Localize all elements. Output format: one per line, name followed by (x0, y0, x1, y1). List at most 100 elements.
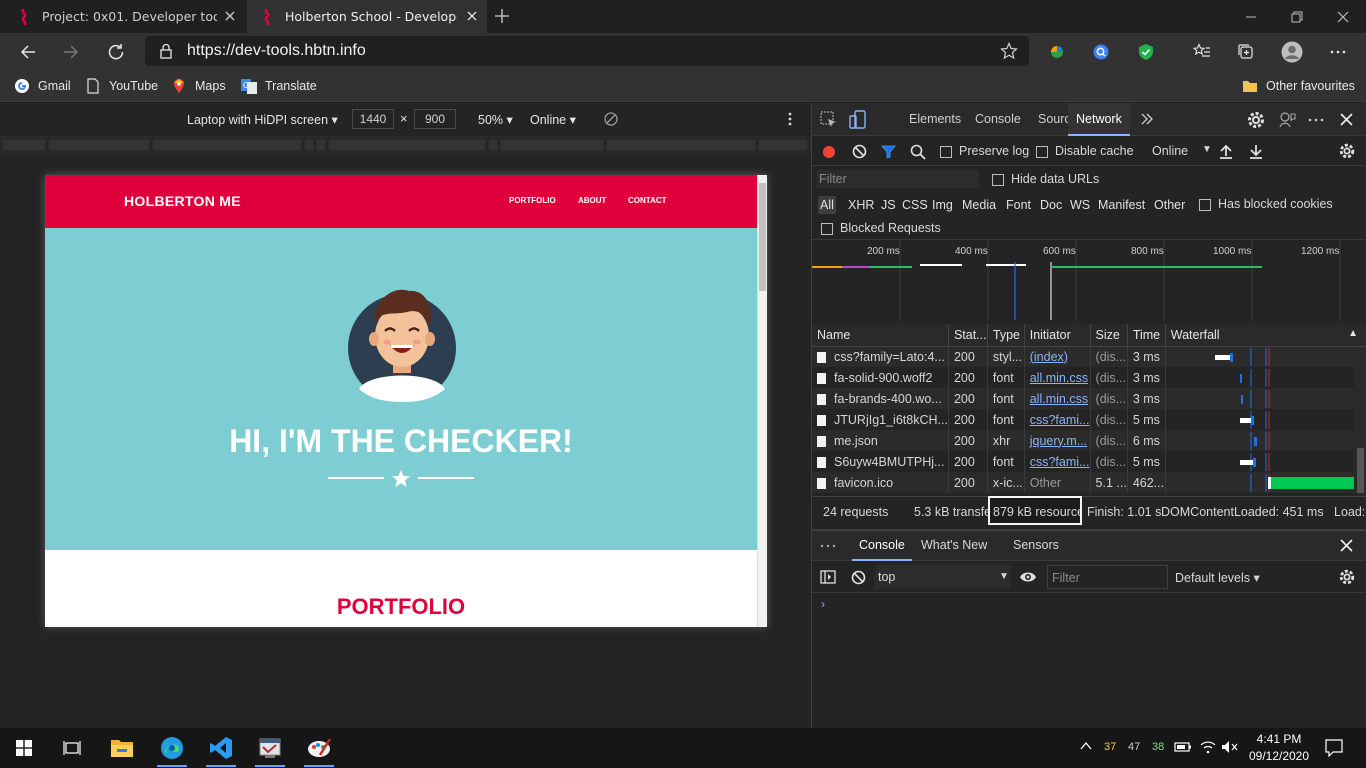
task-view-icon[interactable] (57, 733, 87, 763)
tray-expand-icon[interactable] (1080, 741, 1092, 751)
table-row[interactable]: S6uyw4BMUTPHj... 200 font css?fami... (d… (812, 451, 1366, 472)
bookmark-maps[interactable]: Maps (171, 76, 226, 96)
drawer-tab-sensors[interactable]: Sensors (1013, 538, 1059, 552)
export-har-icon[interactable] (1249, 143, 1263, 159)
scrollbar-thumb[interactable] (759, 183, 766, 291)
feedback-icon[interactable] (1278, 111, 1296, 129)
console-settings-icon[interactable] (1339, 569, 1355, 585)
zoom-select[interactable]: 50% ▾ (478, 112, 513, 127)
initiator-link[interactable]: all.min.css (1030, 392, 1088, 406)
filter-other[interactable]: Other (1152, 196, 1187, 214)
other-favourites[interactable]: Other favourites (1242, 76, 1355, 96)
viewport-width-input[interactable]: 1440 (352, 109, 394, 129)
filter-font[interactable]: Font (1004, 196, 1033, 214)
close-tab-icon[interactable] (465, 9, 479, 23)
filter-all[interactable]: All (818, 196, 836, 214)
bookmark-youtube[interactable]: YouTube (85, 76, 158, 96)
new-tab-icon[interactable] (493, 7, 511, 25)
close-window-icon[interactable] (1320, 0, 1366, 33)
filter-xhr[interactable]: XHR (846, 196, 876, 214)
filter-funnel-icon[interactable] (881, 144, 896, 159)
volume-muted-icon[interactable] (1221, 740, 1239, 754)
col-status[interactable]: Stat... (948, 324, 988, 347)
device-toggle-icon[interactable] (849, 110, 867, 130)
minimize-icon[interactable] (1228, 0, 1274, 33)
initiator-link[interactable]: all.min.css (1030, 371, 1088, 385)
network-settings-icon[interactable] (1339, 143, 1355, 159)
throttle-select[interactable]: Online ▾ (530, 112, 576, 127)
collections-icon[interactable] (1234, 40, 1258, 64)
log-levels-select[interactable]: Default levels ▾ (1175, 570, 1260, 585)
bookmark-gmail[interactable]: Gmail (14, 76, 71, 96)
table-scrollbar[interactable] (1354, 348, 1366, 498)
filter-js[interactable]: JS (879, 196, 898, 214)
network-throttle-select[interactable]: Online ▼ (1152, 144, 1212, 158)
record-icon[interactable] (822, 145, 836, 159)
col-time[interactable]: Time (1127, 324, 1166, 347)
close-devtools-icon[interactable] (1340, 113, 1353, 126)
inspect-element-icon[interactable] (820, 111, 838, 129)
shield-icon[interactable] (1134, 40, 1158, 64)
initiator-link[interactable]: jquery.m... (1030, 434, 1087, 448)
site-brand[interactable]: HOLBERTON ME (124, 193, 241, 209)
bookmark-translate[interactable]: G Translate (241, 76, 317, 96)
table-row[interactable]: css?family=Lato:4... 200 styl... (index)… (812, 346, 1366, 367)
live-expression-eye-icon[interactable] (1019, 570, 1037, 584)
table-row[interactable]: fa-solid-900.woff2 200 font all.min.css … (812, 367, 1366, 388)
windows-start-icon[interactable] (9, 733, 39, 763)
col-waterfall[interactable]: Waterfall ▲ (1165, 324, 1366, 347)
page-scrollbar[interactable] (757, 175, 767, 627)
device-more-icon[interactable] (788, 112, 792, 126)
col-initiator[interactable]: Initiator (1024, 324, 1091, 347)
filter-css[interactable]: CSS (900, 196, 930, 214)
filter-doc[interactable]: Doc (1038, 196, 1064, 214)
scrollbar-thumb[interactable] (1357, 448, 1364, 493)
device-select[interactable]: Laptop with HiDPI screen ▾ (187, 112, 338, 127)
browser-tab-2[interactable]: Holberton School - Developer to (247, 0, 487, 33)
nav-contact[interactable]: CONTACT (628, 196, 667, 205)
filter-img[interactable]: Img (930, 196, 955, 214)
back-icon[interactable] (16, 40, 40, 64)
tray-counter-1[interactable]: 37 (1104, 741, 1116, 753)
col-name[interactable]: Name (812, 324, 949, 347)
nav-portfolio[interactable]: PORTFOLIO (509, 196, 556, 205)
more-tabs-icon[interactable] (1140, 112, 1154, 126)
file-explorer-icon[interactable] (107, 733, 137, 763)
initiator-link[interactable]: css?fami... (1030, 455, 1089, 469)
paint-app-icon[interactable] (304, 733, 334, 763)
forward-icon[interactable] (59, 40, 83, 64)
taskbar-clock[interactable]: 4:41 PM 09/12/2020 (1244, 732, 1314, 763)
table-row[interactable]: me.json 200 xhr jquery.m... (dis... 6 ms (812, 430, 1366, 451)
disable-cache-checkbox[interactable]: Disable cache (1036, 144, 1134, 158)
close-drawer-icon[interactable] (1340, 539, 1353, 552)
hide-data-urls-checkbox[interactable]: Hide data URLs (992, 172, 1099, 186)
col-type[interactable]: Type (987, 324, 1025, 347)
preserve-log-checkbox[interactable]: Preserve log (940, 144, 1029, 158)
tray-counter-2[interactable]: 47 (1128, 741, 1140, 753)
profile-avatar-icon[interactable] (1280, 40, 1304, 64)
tab-network[interactable]: Network (1068, 103, 1130, 136)
has-blocked-cookies-checkbox[interactable]: Has blocked cookies (1199, 197, 1333, 211)
devtools-menu-icon[interactable] (1308, 118, 1324, 122)
tray-counter-3[interactable]: 38 (1152, 741, 1164, 753)
address-bar[interactable]: https://dev-tools.hbtn.info (145, 36, 1029, 66)
table-row[interactable]: fa-brands-400.wo... 200 font all.min.css… (812, 388, 1366, 409)
drawer-tab-whats-new[interactable]: What's New (921, 538, 987, 552)
import-har-icon[interactable] (1219, 143, 1233, 159)
vscode-icon[interactable] (206, 733, 236, 763)
search-icon[interactable] (910, 144, 926, 160)
filter-ws[interactable]: WS (1068, 196, 1092, 214)
rotate-icon[interactable] (603, 111, 619, 127)
initiator-link[interactable]: (index) (1030, 350, 1068, 364)
drawer-menu-icon[interactable] (820, 544, 836, 548)
table-row[interactable]: favicon.ico 200 x-ic... Other 5.1 ... 46… (812, 472, 1366, 493)
extension-color-icon[interactable] (1045, 40, 1069, 64)
filter-manifest[interactable]: Manifest (1096, 196, 1147, 214)
restore-icon[interactable] (1274, 0, 1320, 33)
edge-browser-icon[interactable] (157, 733, 187, 763)
drawer-tab-console[interactable]: Console (852, 530, 912, 561)
close-tab-icon[interactable] (223, 9, 237, 23)
blocked-requests-checkbox[interactable]: Blocked Requests (821, 221, 941, 235)
nav-about[interactable]: ABOUT (578, 196, 606, 205)
tab-elements[interactable]: Elements (901, 103, 969, 136)
